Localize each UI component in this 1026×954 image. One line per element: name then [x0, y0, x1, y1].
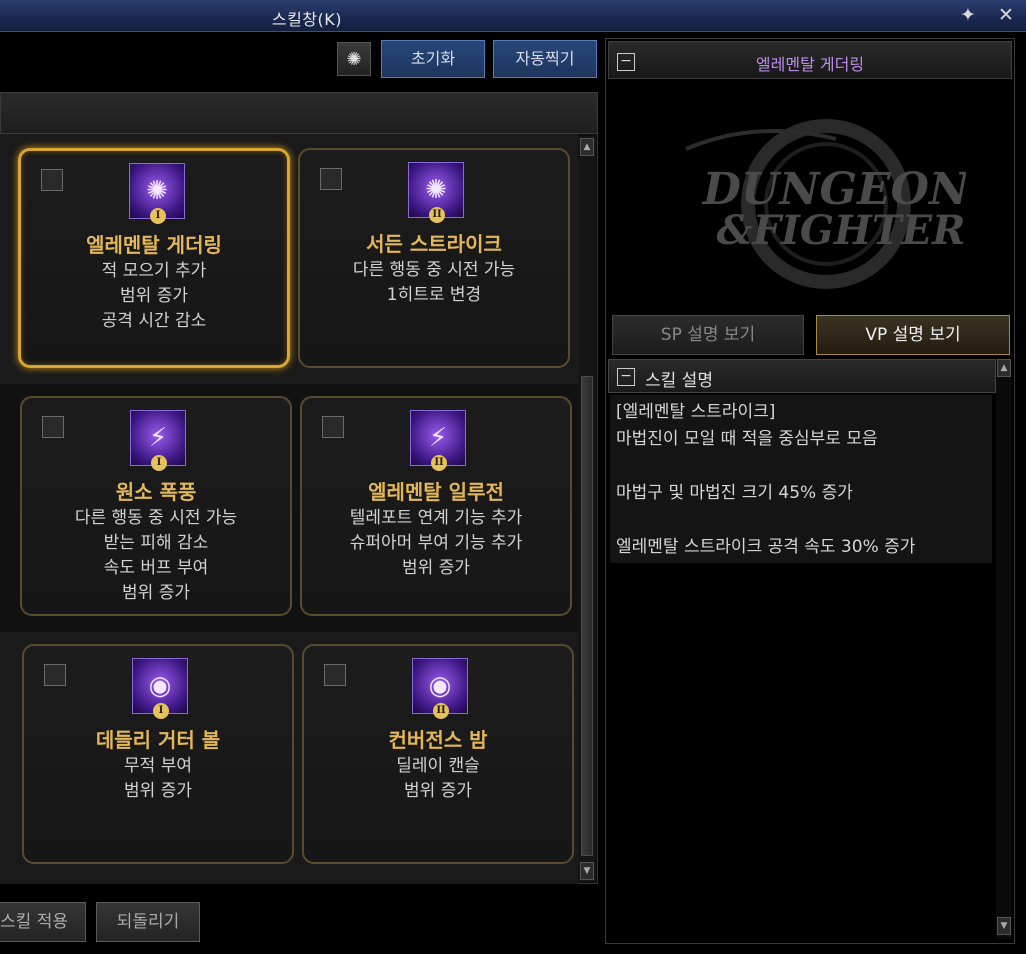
dungeon-fighter-logo: DUNGEON &FIGHTER — [685, 119, 966, 289]
skill-checkbox[interactable] — [322, 416, 344, 438]
skill-card[interactable]: ◉ I 데들리 거터 볼 무적 부여 범위 증가 — [22, 644, 294, 864]
auto-assign-button[interactable]: 자동찍기 — [493, 40, 597, 78]
skill-header-strip — [0, 92, 598, 134]
skill-orb-icon: ◉ II — [412, 658, 468, 719]
skill-name: 서든 스트라이크 — [366, 232, 502, 256]
scroll-down-icon[interactable]: ▼ — [997, 917, 1011, 935]
title-bar: 스킬창(K) ✦ ✕ — [0, 0, 1026, 32]
skill-desc: 딜레이 캔슬 범위 증가 — [396, 756, 480, 801]
skill-name: 데들리 거터 볼 — [95, 728, 221, 752]
skill-info-panel: − 엘레멘탈 게더링 DUNGEON &FIGHTER SP 설명 보기 VP … — [605, 38, 1015, 944]
skill-checkbox[interactable] — [42, 416, 64, 438]
skill-lightning-icon: ✺ I — [129, 163, 185, 224]
skill-card[interactable]: ✺ II 서든 스트라이크 다른 행동 중 시전 가능 1히트로 변경 — [298, 148, 570, 368]
skill-checkbox[interactable] — [44, 664, 66, 686]
tab-sp-description[interactable]: SP 설명 보기 — [612, 315, 804, 355]
skill-card[interactable]: ⚡ I 원소 폭풍 다른 행동 중 시전 가능 받는 피해 감소 속도 버프 부여 범위… — [20, 396, 292, 616]
skill-checkbox[interactable] — [324, 664, 346, 686]
skill-orb-icon: ◉ I — [132, 658, 188, 719]
skill-desc: 다른 행동 중 시전 가능 1히트로 변경 — [352, 260, 516, 305]
description-scrollbar[interactable]: ▲ ▼ — [996, 359, 1012, 939]
description-line: [엘레멘탈 스트라이크] — [616, 402, 776, 422]
tab-vp-description[interactable]: VP 설명 보기 — [816, 315, 1010, 355]
apply-skill-button[interactable]: 스킬 적용 — [0, 902, 86, 942]
skill-storm-icon: ⚡ I — [130, 410, 186, 471]
close-icon[interactable]: ✕ — [998, 4, 1014, 26]
window-title: 스킬창(K) — [271, 10, 342, 29]
skill-card[interactable]: ⚡ II 엘레멘탈 일루전 텔레포트 연계 기능 추가 슈퍼아머 부여 기능 추가 범… — [300, 396, 572, 616]
scroll-down-icon[interactable]: ▼ — [580, 862, 594, 880]
skill-checkbox[interactable] — [320, 168, 342, 190]
skill-settings-icon[interactable]: ✺ — [337, 42, 371, 76]
scroll-up-icon[interactable]: ▲ — [997, 359, 1011, 377]
skill-checkbox[interactable] — [41, 169, 63, 191]
selected-skill-title: 엘레멘탈 게더링 — [755, 55, 865, 74]
description-line: 엘레멘탈 스트라이크 공격 속도 30% 증가 — [616, 537, 916, 557]
revert-button[interactable]: 되돌리기 — [96, 902, 200, 942]
pin-icon[interactable]: ✦ — [960, 4, 976, 26]
skill-desc: 다른 행동 중 시전 가능 받는 피해 감소 속도 버프 부여 범위 증가 — [74, 508, 238, 603]
skill-name: 컨버전스 밤 — [388, 728, 488, 752]
skill-scrollbar[interactable]: ▲ ▼ — [578, 136, 596, 882]
skill-card[interactable]: ✺ I 엘레멘탈 게더링 적 모으기 추가 범위 증가 공격 시간 감소 — [18, 148, 290, 368]
skill-desc: 텔레포트 연계 기능 추가 슈퍼아머 부여 기능 추가 범위 증가 — [349, 508, 523, 578]
skill-card[interactable]: ◉ II 컨버전스 밤 딜레이 캔슬 범위 증가 — [302, 644, 574, 864]
reset-button[interactable]: 초기화 — [381, 40, 485, 78]
logo-text-fighter: &FIGHTER — [717, 207, 966, 254]
skill-storm-icon: ⚡ II — [410, 410, 466, 471]
description-header: − 스킬 설명 — [608, 359, 996, 393]
skill-lightning-icon: ✺ II — [408, 162, 464, 223]
scroll-thumb[interactable] — [581, 376, 593, 856]
collapse-icon[interactable]: − — [617, 368, 635, 386]
skill-name: 원소 폭풍 — [115, 480, 197, 504]
skill-description: [엘레멘탈 스트라이크] 마법진이 모일 때 적을 중심부로 모음 마법구 및 … — [610, 395, 992, 563]
skill-info-header: − 엘레멘탈 게더링 — [608, 41, 1012, 79]
skill-grid: ✺ I 엘레멘탈 게더링 적 모으기 추가 범위 증가 공격 시간 감소 ✺ II 서든… — [0, 134, 598, 884]
skill-name: 엘레멘탈 게더링 — [86, 233, 222, 257]
skill-name: 엘레멘탈 일루전 — [368, 480, 504, 504]
description-line: 마법진이 모일 때 적을 중심부로 모음 — [616, 429, 878, 449]
skill-desc: 적 모으기 추가 범위 증가 공격 시간 감소 — [101, 261, 207, 331]
skill-desc: 무적 부여 범위 증가 — [124, 756, 192, 801]
description-line: 마법구 및 마법진 크기 45% 증가 — [616, 483, 853, 503]
scroll-up-icon[interactable]: ▲ — [580, 138, 594, 156]
description-label: 스킬 설명 — [645, 371, 713, 391]
